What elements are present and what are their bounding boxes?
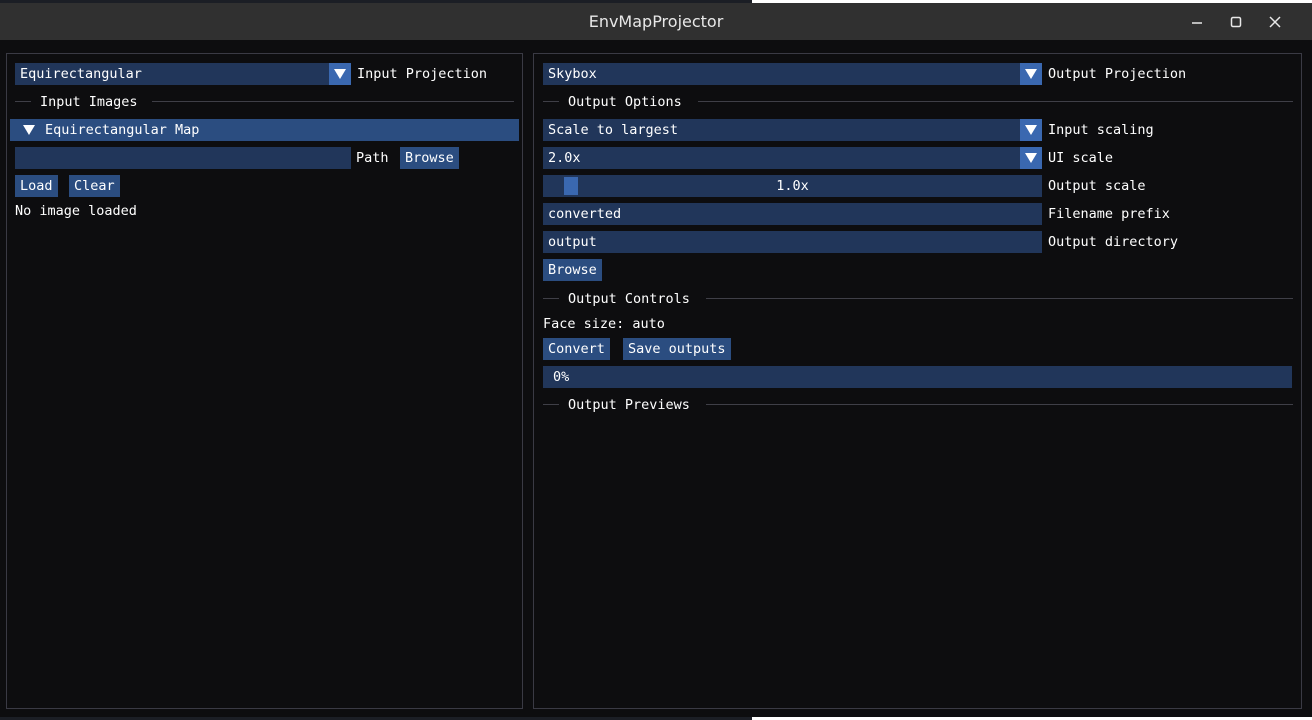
separator-line — [698, 101, 1293, 102]
maximize-icon — [1230, 16, 1242, 28]
title-bar: EnvMapProjector — [0, 3, 1312, 40]
chevron-down-icon[interactable] — [329, 63, 351, 85]
input-projection-value: Equirectangular — [20, 66, 142, 82]
maximize-button[interactable] — [1223, 9, 1249, 35]
output-scale-label: Output scale — [1048, 178, 1146, 194]
separator-line — [706, 404, 1293, 405]
path-input[interactable] — [15, 147, 351, 169]
output-projection-combo[interactable]: Skybox — [543, 63, 1042, 85]
ui-scale-combo[interactable]: 2.0x — [543, 147, 1042, 169]
output-previews-header: Output Previews — [568, 397, 690, 413]
input-projection-combo[interactable]: Equirectangular — [15, 63, 351, 85]
map-header-label: Equirectangular Map — [45, 122, 200, 138]
convert-button[interactable]: Convert — [543, 338, 610, 360]
output-directory-label: Output directory — [1048, 234, 1179, 250]
browse-output-button[interactable]: Browse — [543, 259, 602, 281]
output-scale-slider[interactable]: 1.0x — [543, 175, 1042, 197]
app-window: EnvMapProjector Equirectangular Input Pr… — [0, 3, 1312, 717]
separator-line — [543, 298, 559, 299]
separator-line — [706, 298, 1293, 299]
input-scaling-label: Input scaling — [1048, 122, 1154, 138]
ui-scale-value: 2.0x — [548, 150, 581, 166]
client-area: Equirectangular Input Projection Input I… — [0, 40, 1312, 717]
separator-line — [152, 101, 514, 102]
separator-line — [543, 404, 559, 405]
equirectangular-map-header[interactable]: Equirectangular Map — [10, 119, 519, 141]
chevron-down-icon[interactable] — [1020, 63, 1042, 85]
output-directory-input[interactable]: output — [543, 231, 1042, 253]
clear-button[interactable]: Clear — [69, 175, 120, 197]
output-projection-value: Skybox — [548, 66, 597, 82]
collapse-triangle-icon[interactable] — [23, 125, 35, 135]
output-options-header: Output Options — [568, 94, 682, 110]
chevron-down-icon[interactable] — [1020, 147, 1042, 169]
minimize-button[interactable] — [1184, 9, 1210, 35]
face-size-text: Face size: auto — [543, 316, 665, 332]
input-images-header: Input Images — [40, 94, 138, 110]
close-button[interactable] — [1262, 9, 1288, 35]
input-projection-label: Input Projection — [357, 66, 488, 82]
progress-bar: 0% — [543, 366, 1292, 388]
separator-line — [15, 101, 31, 102]
output-panel: Skybox Output Projection Output Options … — [533, 53, 1302, 709]
load-button[interactable]: Load — [15, 175, 58, 197]
input-panel: Equirectangular Input Projection Input I… — [6, 53, 523, 709]
filename-prefix-label: Filename prefix — [1048, 206, 1170, 222]
progress-text: 0% — [553, 369, 570, 385]
ui-scale-label: UI scale — [1048, 150, 1114, 166]
output-scale-value: 1.0x — [776, 178, 809, 194]
input-scaling-value: Scale to largest — [548, 122, 679, 138]
output-projection-label: Output Projection — [1048, 66, 1187, 82]
minimize-icon — [1192, 22, 1202, 24]
image-status-text: No image loaded — [15, 203, 137, 219]
close-icon — [1269, 16, 1281, 28]
output-directory-value: output — [548, 234, 597, 250]
path-label: Path — [356, 150, 389, 166]
filename-prefix-input[interactable]: converted — [543, 203, 1042, 225]
chevron-down-icon[interactable] — [1020, 119, 1042, 141]
separator-line — [543, 101, 559, 102]
filename-prefix-value: converted — [548, 206, 622, 222]
output-controls-header: Output Controls — [568, 291, 690, 307]
window-title: EnvMapProjector — [588, 12, 724, 31]
save-outputs-button[interactable]: Save outputs — [623, 338, 731, 360]
browse-input-button[interactable]: Browse — [400, 147, 459, 169]
input-scaling-combo[interactable]: Scale to largest — [543, 119, 1042, 141]
